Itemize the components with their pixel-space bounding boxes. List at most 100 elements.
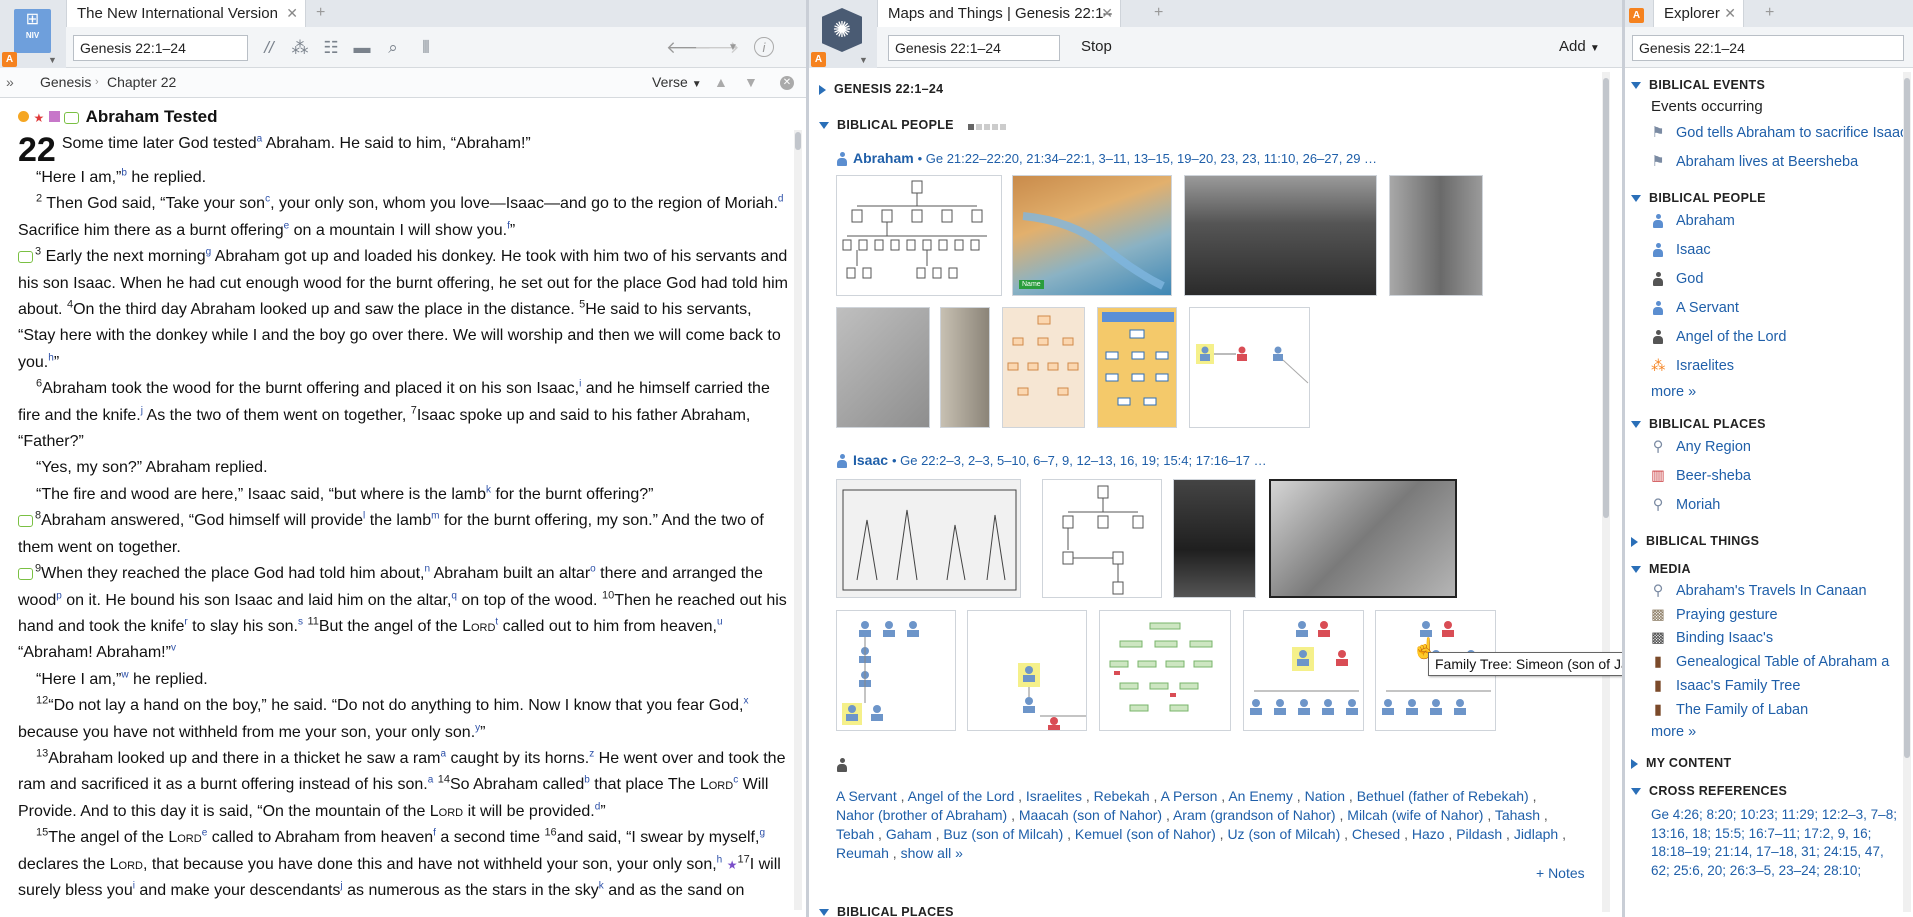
- media-section-header[interactable]: MEDIA: [1631, 562, 1906, 576]
- isaac-link[interactable]: Isaac: [853, 452, 888, 468]
- columns-icon[interactable]: ⦀: [415, 37, 437, 59]
- person-link[interactable]: Israelites: [1026, 788, 1082, 804]
- person-link[interactable]: An Enemy: [1228, 788, 1293, 804]
- family-tree-thumbnail[interactable]: [1042, 479, 1162, 598]
- view-mode-icon[interactable]: [967, 119, 1006, 133]
- people-section-header[interactable]: BIBLICAL PEOPLE: [819, 118, 1006, 133]
- person-link[interactable]: Tebah: [836, 826, 874, 842]
- scrollbar[interactable]: [1903, 72, 1911, 912]
- reference-input[interactable]: [73, 35, 248, 61]
- person-link[interactable]: Pildash: [1456, 826, 1502, 842]
- search-icon[interactable]: ⌕: [382, 37, 404, 59]
- new-tab-icon[interactable]: +: [1765, 0, 1774, 26]
- cross-refs-section-header[interactable]: CROSS REFERENCES: [1631, 784, 1906, 798]
- person-link[interactable]: Rebekah: [1094, 788, 1150, 804]
- new-tab-icon[interactable]: +: [1154, 0, 1163, 26]
- list-item[interactable]: Isaac: [1651, 236, 1906, 265]
- person-link[interactable]: Hazo: [1412, 826, 1445, 842]
- chevron-down-icon[interactable]: ▼: [48, 55, 57, 65]
- family-tree-thumbnail[interactable]: [1189, 307, 1310, 428]
- tab-maps-and-things[interactable]: Maps and Things | Genesis 22:1–24 ✕: [877, 0, 1121, 49]
- cross-references-text[interactable]: Ge 4:26; 8:20; 10:23; 11:29; 12:2–3, 7–8…: [1631, 806, 1899, 880]
- prev-verse-icon[interactable]: ▲: [714, 68, 728, 97]
- person-link[interactable]: A Servant: [836, 788, 897, 804]
- list-item[interactable]: ▮ Isaac's Family Tree: [1651, 674, 1906, 698]
- list-item[interactable]: ⚑ Abraham lives at Beersheba: [1651, 148, 1906, 177]
- places-section-header[interactable]: BIBLICAL PLACES: [819, 905, 954, 917]
- reference-input[interactable]: [1632, 35, 1904, 61]
- family-tree-thumbnail[interactable]: [967, 610, 1087, 731]
- list-item[interactable]: ▩ Binding Isaac's: [1651, 627, 1906, 650]
- scrollbar[interactable]: [794, 130, 802, 910]
- note-bubble-icon[interactable]: [18, 515, 33, 528]
- abraham-link[interactable]: Abraham: [853, 150, 914, 166]
- engraving-thumbnail[interactable]: [1269, 479, 1457, 598]
- close-icon[interactable]: ✕: [286, 0, 298, 27]
- new-tab-icon[interactable]: +: [316, 0, 325, 26]
- person-link[interactable]: Nation: [1305, 788, 1345, 804]
- engraving-thumbnail[interactable]: [1173, 479, 1256, 598]
- person-link[interactable]: Angel of the Lord: [908, 788, 1015, 804]
- list-item[interactable]: ▥ Beer-sheba: [1651, 462, 1906, 491]
- person-link[interactable]: Nahor (brother of Abraham): [836, 807, 1007, 823]
- person-link[interactable]: Kemuel (son of Nahor): [1075, 826, 1216, 842]
- parallel-icon[interactable]: //: [258, 37, 280, 59]
- back-arrow-icon[interactable]: 🡐: [666, 37, 712, 59]
- show-all-link[interactable]: show all »: [901, 845, 963, 861]
- engraving-thumbnail[interactable]: [1389, 175, 1483, 296]
- family-tree-thumbnail[interactable]: [836, 610, 956, 731]
- artwork-thumbnail[interactable]: [836, 307, 930, 428]
- person-link[interactable]: Tahash: [1495, 807, 1540, 823]
- link-set-a-icon[interactable]: A: [811, 52, 826, 67]
- list-item[interactable]: ▩ Praying gesture: [1651, 604, 1906, 627]
- person-link[interactable]: Uz (son of Milcah): [1227, 826, 1340, 842]
- artwork-thumbnail[interactable]: [836, 479, 1021, 598]
- list-item[interactable]: ⚲ Any Region: [1651, 433, 1906, 462]
- person-link[interactable]: Jidlaph: [1514, 826, 1558, 842]
- list-item[interactable]: Angel of the Lord: [1651, 323, 1906, 352]
- person-link[interactable]: Buz (son of Milcah): [943, 826, 1063, 842]
- person-link[interactable]: Gaham: [886, 826, 932, 842]
- note-bubble-icon[interactable]: [64, 111, 80, 124]
- info-icon[interactable]: i: [754, 37, 774, 57]
- my-content-section-header[interactable]: MY CONTENT: [1631, 756, 1906, 770]
- person-link[interactable]: Maacah (son of Nahor): [1019, 807, 1162, 823]
- list-item[interactable]: ⚑ God tells Abraham to sacrifice Isaac: [1651, 119, 1907, 148]
- note-bubble-icon[interactable]: [18, 567, 33, 580]
- visual-filter-icon[interactable]: ⁂: [289, 37, 311, 59]
- isaac-refs[interactable]: • Ge 22:2–3, 2–3, 5–10, 6–7, 9, 12–13, 1…: [892, 453, 1267, 468]
- list-item[interactable]: God: [1651, 265, 1906, 294]
- close-icon[interactable]: ✕: [1724, 0, 1736, 27]
- family-tree-thumbnail[interactable]: [1243, 610, 1364, 731]
- stop-button[interactable]: Stop: [1081, 38, 1112, 55]
- events-section-header[interactable]: BIBLICAL EVENTS: [1631, 78, 1906, 92]
- panel-menu-icon[interactable]: ▬: [351, 37, 373, 59]
- abraham-refs[interactable]: • Ge 21:22–22:20, 21:34–22:1, 3–11, 13–1…: [918, 151, 1377, 166]
- person-link[interactable]: A Person: [1161, 788, 1218, 804]
- list-item[interactable]: ▮ The Family of Laban: [1651, 698, 1906, 722]
- person-link[interactable]: Bethuel (father of Rebekah): [1357, 788, 1529, 804]
- person-link[interactable]: Aram (grandson of Nahor): [1173, 807, 1336, 823]
- list-item[interactable]: ▮ Genealogical Table of Abraham a: [1651, 650, 1906, 674]
- link-set-a-icon[interactable]: A: [1629, 8, 1644, 23]
- tab-explorer[interactable]: Explorer ✕: [1653, 0, 1744, 28]
- people-section-header[interactable]: BIBLICAL PEOPLE: [1631, 191, 1906, 205]
- person-link[interactable]: Reumah: [836, 845, 889, 861]
- places-section-header[interactable]: BIBLICAL PLACES: [1631, 417, 1906, 431]
- add-dropdown[interactable]: Add ▼: [1559, 38, 1600, 55]
- reference-input[interactable]: [888, 35, 1060, 61]
- chart-thumbnail[interactable]: [1002, 307, 1085, 428]
- person-link[interactable]: Milcah (wife of Nahor): [1347, 807, 1483, 823]
- list-item[interactable]: ⁂ Israelites: [1651, 352, 1906, 381]
- breadcrumb-chapter[interactable]: Chapter 22: [107, 68, 176, 97]
- add-notes-button[interactable]: + Notes: [1536, 865, 1585, 881]
- map-thumbnail[interactable]: Name: [1012, 175, 1172, 296]
- tab-niv[interactable]: The New International Version ✕: [66, 0, 306, 28]
- note-bubble-icon[interactable]: [18, 250, 33, 263]
- engraving-thumbnail[interactable]: [1184, 175, 1377, 296]
- link-set-a-icon[interactable]: A: [2, 52, 17, 67]
- list-item[interactable]: A Servant: [1651, 294, 1906, 323]
- guide-icon[interactable]: ✺ A ▼: [809, 0, 877, 68]
- artwork-thumbnail[interactable]: [940, 307, 990, 428]
- text-display-icon[interactable]: ☷: [320, 37, 342, 59]
